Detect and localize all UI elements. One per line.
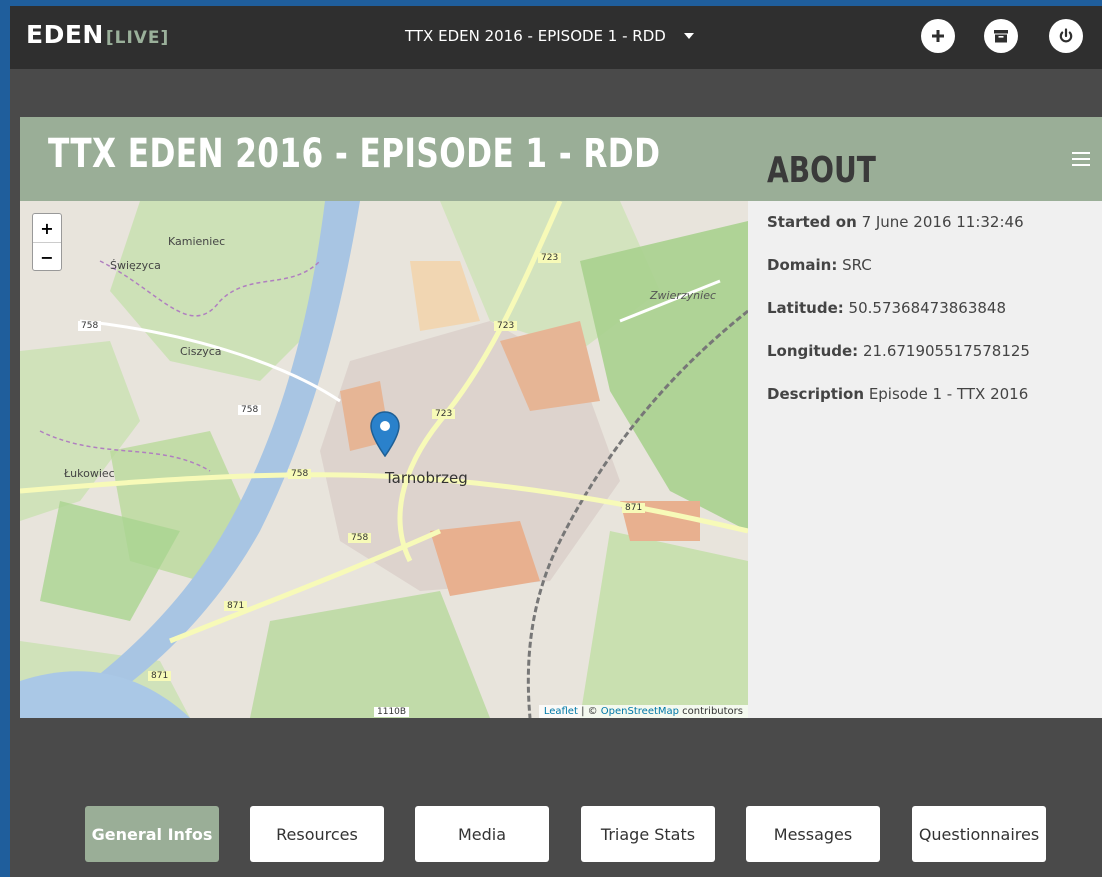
latitude-row: Latitude: 50.57368473863848 bbox=[767, 287, 1077, 330]
domain-value: SRC bbox=[842, 256, 872, 274]
tab-triage-stats[interactable]: Triage Stats bbox=[581, 806, 715, 862]
about-panel: ABOUT Started on 7 June 2016 11:32:46 Do… bbox=[767, 150, 1077, 416]
longitude-value: 21.671905517578125 bbox=[862, 342, 1030, 360]
map-place-label: Tarnobrzeg bbox=[385, 469, 468, 487]
app-frame: EDEN [LIVE] TTX EDEN 2016 - EPISODE 1 - R… bbox=[10, 6, 1102, 877]
road-label: 723 bbox=[494, 321, 518, 331]
tab-messages[interactable]: Messages bbox=[746, 806, 880, 862]
map-marker-icon[interactable] bbox=[370, 411, 400, 457]
archive-button[interactable] bbox=[984, 19, 1018, 53]
description-value: Episode 1 - TTX 2016 bbox=[868, 385, 1029, 403]
latitude-value: 50.57368473863848 bbox=[848, 299, 1007, 317]
plus-icon bbox=[932, 30, 944, 42]
road-label: 871 bbox=[148, 671, 172, 681]
map-place-label: Łukowiec bbox=[64, 467, 115, 480]
road-label: 723 bbox=[538, 253, 562, 263]
add-button[interactable] bbox=[921, 19, 955, 53]
about-heading: ABOUT bbox=[767, 150, 876, 191]
started-on-value: 7 June 2016 11:32:46 bbox=[861, 213, 1024, 231]
archive-icon bbox=[994, 30, 1008, 43]
app-logo[interactable]: EDEN [LIVE] bbox=[26, 20, 169, 49]
tab-media[interactable]: Media bbox=[415, 806, 549, 862]
road-label: 758 bbox=[78, 321, 102, 331]
zoom-in-button[interactable]: + bbox=[33, 214, 61, 242]
chevron-down-icon bbox=[683, 33, 694, 39]
road-label: 723 bbox=[432, 409, 456, 419]
road-label: 758 bbox=[348, 533, 372, 543]
started-on-row: Started on 7 June 2016 11:32:46 bbox=[767, 201, 1077, 244]
top-bar: EDEN [LIVE] TTX EDEN 2016 - EPISODE 1 - R… bbox=[10, 6, 1102, 69]
map-tiles[interactable] bbox=[20, 201, 748, 718]
domain-row: Domain: SRC bbox=[767, 244, 1077, 287]
brand-name: EDEN bbox=[26, 20, 104, 49]
logout-button[interactable] bbox=[1049, 19, 1083, 53]
road-label: 758 bbox=[238, 405, 262, 415]
latitude-label: Latitude: bbox=[767, 299, 844, 317]
tab-resources[interactable]: Resources bbox=[250, 806, 384, 862]
road-label: 871 bbox=[622, 503, 646, 513]
tab-general-infos[interactable]: General Infos bbox=[85, 806, 219, 862]
map-attribution: Leaflet | © OpenStreetMap contributors bbox=[538, 705, 748, 718]
description-label: Description bbox=[767, 385, 865, 403]
description-row: Description Episode 1 - TTX 2016 bbox=[767, 373, 1077, 416]
started-on-label: Started on bbox=[767, 213, 857, 231]
map-place-label: Zwierzyniec bbox=[650, 289, 717, 302]
road-label: 758 bbox=[288, 469, 312, 479]
leaflet-link[interactable]: Leaflet bbox=[544, 706, 578, 717]
openstreetmap-link[interactable]: OpenStreetMap bbox=[601, 706, 679, 717]
map-place-label: Święzyca bbox=[110, 259, 161, 272]
section-tabs: General Infos Resources Media Triage Sta… bbox=[10, 806, 1102, 862]
zoom-out-button[interactable]: − bbox=[33, 242, 61, 271]
longitude-row: Longitude: 21.671905517578125 bbox=[767, 330, 1077, 373]
road-label: 871 bbox=[224, 601, 248, 611]
brand-suffix: [LIVE] bbox=[105, 28, 170, 48]
longitude-label: Longitude: bbox=[767, 342, 859, 360]
map-place-label: Ciszyca bbox=[180, 345, 222, 358]
road-label: 1110B bbox=[374, 707, 410, 717]
attribution-tail: contributors bbox=[679, 706, 743, 717]
event-selector-label: TTX EDEN 2016 - EPISODE 1 - RDD bbox=[405, 27, 666, 45]
event-selector[interactable]: TTX EDEN 2016 - EPISODE 1 - RDD bbox=[405, 22, 694, 50]
map-place-label: Kamieniec bbox=[168, 235, 226, 248]
tab-questionnaires[interactable]: Questionnaires bbox=[912, 806, 1046, 862]
map-zoom-control: + − bbox=[32, 213, 62, 271]
attribution-separator: | © bbox=[577, 706, 601, 717]
power-icon bbox=[1059, 28, 1073, 43]
event-map[interactable]: Kamieniec Święzyca Ciszyca Łukowiec Tarn… bbox=[20, 201, 748, 718]
event-title: TTX EDEN 2016 - EPISODE 1 - RDD bbox=[48, 131, 661, 177]
domain-label: Domain: bbox=[767, 256, 838, 274]
